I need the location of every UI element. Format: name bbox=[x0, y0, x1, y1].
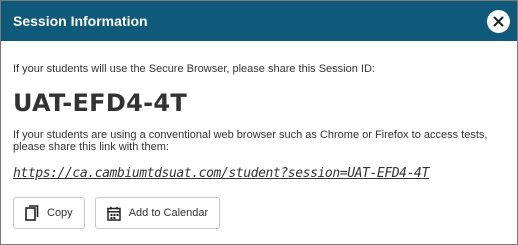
web-browser-instructions: If your students are using a conventiona… bbox=[13, 129, 488, 153]
add-to-calendar-button[interactable]: Add to Calendar bbox=[94, 197, 221, 229]
session-information-dialog: Session Information If your students wil… bbox=[0, 0, 518, 245]
calendar-icon bbox=[106, 206, 121, 221]
close-icon bbox=[493, 16, 504, 26]
dialog-header: Session Information bbox=[1, 1, 517, 41]
session-id: UAT-EFD4-4T bbox=[13, 89, 188, 117]
dialog-body: If your students will use the Secure Bro… bbox=[1, 63, 517, 229]
close-button[interactable] bbox=[487, 9, 510, 33]
dialog-title: Session Information bbox=[13, 13, 148, 29]
secure-browser-instructions: If your students will use the Secure Bro… bbox=[13, 63, 375, 75]
add-to-calendar-label: Add to Calendar bbox=[128, 207, 209, 219]
session-link[interactable]: https://ca.cambiumtdsuat.com/student?ses… bbox=[13, 166, 505, 181]
copy-button[interactable]: Copy bbox=[13, 197, 85, 229]
copy-label: Copy bbox=[47, 207, 73, 219]
action-buttons: Copy Add to Calendar bbox=[13, 197, 505, 229]
copy-icon bbox=[25, 205, 39, 221]
